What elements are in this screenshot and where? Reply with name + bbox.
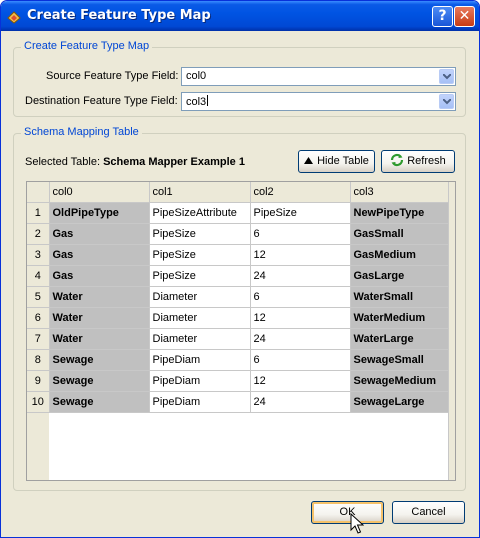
- close-button[interactable]: ✕: [454, 6, 475, 27]
- table-cell[interactable]: Diameter: [149, 286, 251, 308]
- row-number[interactable]: 6: [27, 307, 50, 329]
- table-cell[interactable]: PipeDiam: [149, 391, 251, 413]
- table-header-row: col0 col1 col2 col3: [27, 182, 451, 203]
- row-number[interactable]: 2: [27, 223, 50, 245]
- row-number[interactable]: 4: [27, 265, 50, 287]
- row-number[interactable]: 3: [27, 244, 50, 266]
- table-cell[interactable]: GasSmall: [350, 223, 451, 245]
- schema-mapping-grid[interactable]: col0 col1 col2 col3 1 OldPipeType PipeSizeAtt…: [26, 181, 456, 481]
- destination-field-select[interactable]: col3: [181, 92, 456, 111]
- table-cell[interactable]: PipeDiam: [149, 370, 251, 392]
- table-row[interactable]: 4 Gas PipeSize 24 GasLarge: [27, 265, 451, 287]
- refresh-icon: [391, 153, 404, 167]
- chevron-down-icon[interactable]: [439, 69, 454, 84]
- feature-type-map-legend: Create Feature Type Map: [21, 40, 153, 52]
- table-cell[interactable]: Sewage: [49, 349, 150, 371]
- table-cell[interactable]: WaterSmall: [350, 286, 451, 308]
- table-cell[interactable]: 24: [250, 265, 351, 287]
- help-button[interactable]: ?: [432, 6, 453, 27]
- row-number[interactable]: 7: [27, 328, 50, 350]
- destination-field-label: Destination Feature Type Field:: [25, 95, 178, 107]
- table-cell[interactable]: PipeSizeAttribute: [149, 202, 251, 224]
- window-title: Create Feature Type Map: [27, 8, 211, 23]
- table-cell[interactable]: OldPipeType: [49, 202, 150, 224]
- column-header[interactable]: col3: [350, 182, 451, 203]
- selected-table-label: Selected Table: Schema Mapper Example 1: [25, 156, 245, 168]
- table-row[interactable]: 6 Water Diameter 12 WaterMedium: [27, 307, 451, 329]
- table-cell[interactable]: SewageLarge: [350, 391, 451, 413]
- table-cell[interactable]: Diameter: [149, 328, 251, 350]
- title-bar[interactable]: Create Feature Type Map ? ✕: [1, 1, 479, 31]
- table-cell[interactable]: Diameter: [149, 307, 251, 329]
- app-icon: [6, 9, 22, 25]
- cancel-button[interactable]: Cancel: [392, 501, 465, 524]
- table-cell[interactable]: GasMedium: [350, 244, 451, 266]
- ok-button[interactable]: OK: [311, 501, 384, 524]
- chevron-down-icon[interactable]: [439, 94, 454, 109]
- table-row[interactable]: 1 OldPipeType PipeSizeAttribute PipeSize New…: [27, 202, 451, 224]
- table-cell[interactable]: 6: [250, 349, 351, 371]
- table-cell[interactable]: SewageSmall: [350, 349, 451, 371]
- table-row[interactable]: 2 Gas PipeSize 6 GasSmall: [27, 223, 451, 245]
- table-cell[interactable]: PipeSize: [149, 244, 251, 266]
- table-cell[interactable]: Water: [49, 286, 150, 308]
- table-cell[interactable]: Water: [49, 328, 150, 350]
- table-cell[interactable]: Sewage: [49, 391, 150, 413]
- table-cell[interactable]: 6: [250, 223, 351, 245]
- vertical-scrollbar[interactable]: [448, 182, 455, 480]
- row-number[interactable]: 9: [27, 370, 50, 392]
- table-cell[interactable]: Gas: [49, 265, 150, 287]
- table-cell[interactable]: PipeDiam: [149, 349, 251, 371]
- refresh-button[interactable]: Refresh: [381, 150, 455, 173]
- column-header[interactable]: col2: [250, 182, 351, 203]
- table-cell[interactable]: GasLarge: [350, 265, 451, 287]
- table-cell[interactable]: PipeSize: [149, 223, 251, 245]
- triangle-up-icon: [304, 157, 314, 164]
- refresh-label: Refresh: [407, 155, 446, 167]
- feature-type-map-group: Create Feature Type Map Source Feature T…: [13, 40, 466, 117]
- table-cell[interactable]: PipeSize: [250, 202, 351, 224]
- table-cell[interactable]: 12: [250, 307, 351, 329]
- column-header[interactable]: col0: [49, 182, 150, 203]
- table-row[interactable]: 10 Sewage PipeDiam 24 SewageLarge: [27, 391, 451, 413]
- column-header[interactable]: col1: [149, 182, 251, 203]
- table-row[interactable]: 5 Water Diameter 6 WaterSmall: [27, 286, 451, 308]
- dialog-window: Create Feature Type Map ? ✕ Create Featu…: [0, 0, 480, 538]
- selected-table-name: Schema Mapper Example 1: [103, 156, 245, 168]
- row-number[interactable]: 8: [27, 349, 50, 371]
- table-cell[interactable]: 24: [250, 391, 351, 413]
- table-cell[interactable]: SewageMedium: [350, 370, 451, 392]
- hide-table-label: Hide Table: [317, 155, 369, 167]
- source-field-label: Source Feature Type Field:: [46, 70, 179, 82]
- table-cell[interactable]: 12: [250, 370, 351, 392]
- row-number[interactable]: 10: [27, 391, 50, 413]
- schema-mapping-legend: Schema Mapping Table: [21, 126, 142, 138]
- row-number[interactable]: 5: [27, 286, 50, 308]
- table-cell[interactable]: PipeSize: [149, 265, 251, 287]
- table-row[interactable]: 9 Sewage PipeDiam 12 SewageMedium: [27, 370, 451, 392]
- table-cell[interactable]: Gas: [49, 223, 150, 245]
- source-field-select[interactable]: col0: [181, 67, 456, 86]
- hide-table-button[interactable]: Hide Table: [298, 150, 375, 173]
- table-cell[interactable]: Gas: [49, 244, 150, 266]
- table-cell[interactable]: Water: [49, 307, 150, 329]
- table-cell[interactable]: 24: [250, 328, 351, 350]
- table-row[interactable]: 7 Water Diameter 24 WaterLarge: [27, 328, 451, 350]
- table-cell[interactable]: NewPipeType: [350, 202, 451, 224]
- table-cell[interactable]: 6: [250, 286, 351, 308]
- row-number[interactable]: 1: [27, 202, 50, 224]
- mouse-pointer-icon: [350, 513, 364, 534]
- schema-table: col0 col1 col2 col3 1 OldPipeType PipeSizeAtt…: [27, 182, 451, 413]
- selected-table-prefix: Selected Table:: [25, 156, 101, 168]
- source-field-value: col0: [186, 70, 207, 82]
- table-cell[interactable]: WaterLarge: [350, 328, 451, 350]
- table-body: 1 OldPipeType PipeSizeAttribute PipeSize New…: [27, 202, 451, 413]
- corner-cell[interactable]: [27, 182, 50, 203]
- table-cell[interactable]: Sewage: [49, 370, 150, 392]
- table-cell[interactable]: WaterMedium: [350, 307, 451, 329]
- destination-field-value: col3: [186, 95, 209, 108]
- table-cell[interactable]: 12: [250, 244, 351, 266]
- table-row[interactable]: 8 Sewage PipeDiam 6 SewageSmall: [27, 349, 451, 371]
- table-row[interactable]: 3 Gas PipeSize 12 GasMedium: [27, 244, 451, 266]
